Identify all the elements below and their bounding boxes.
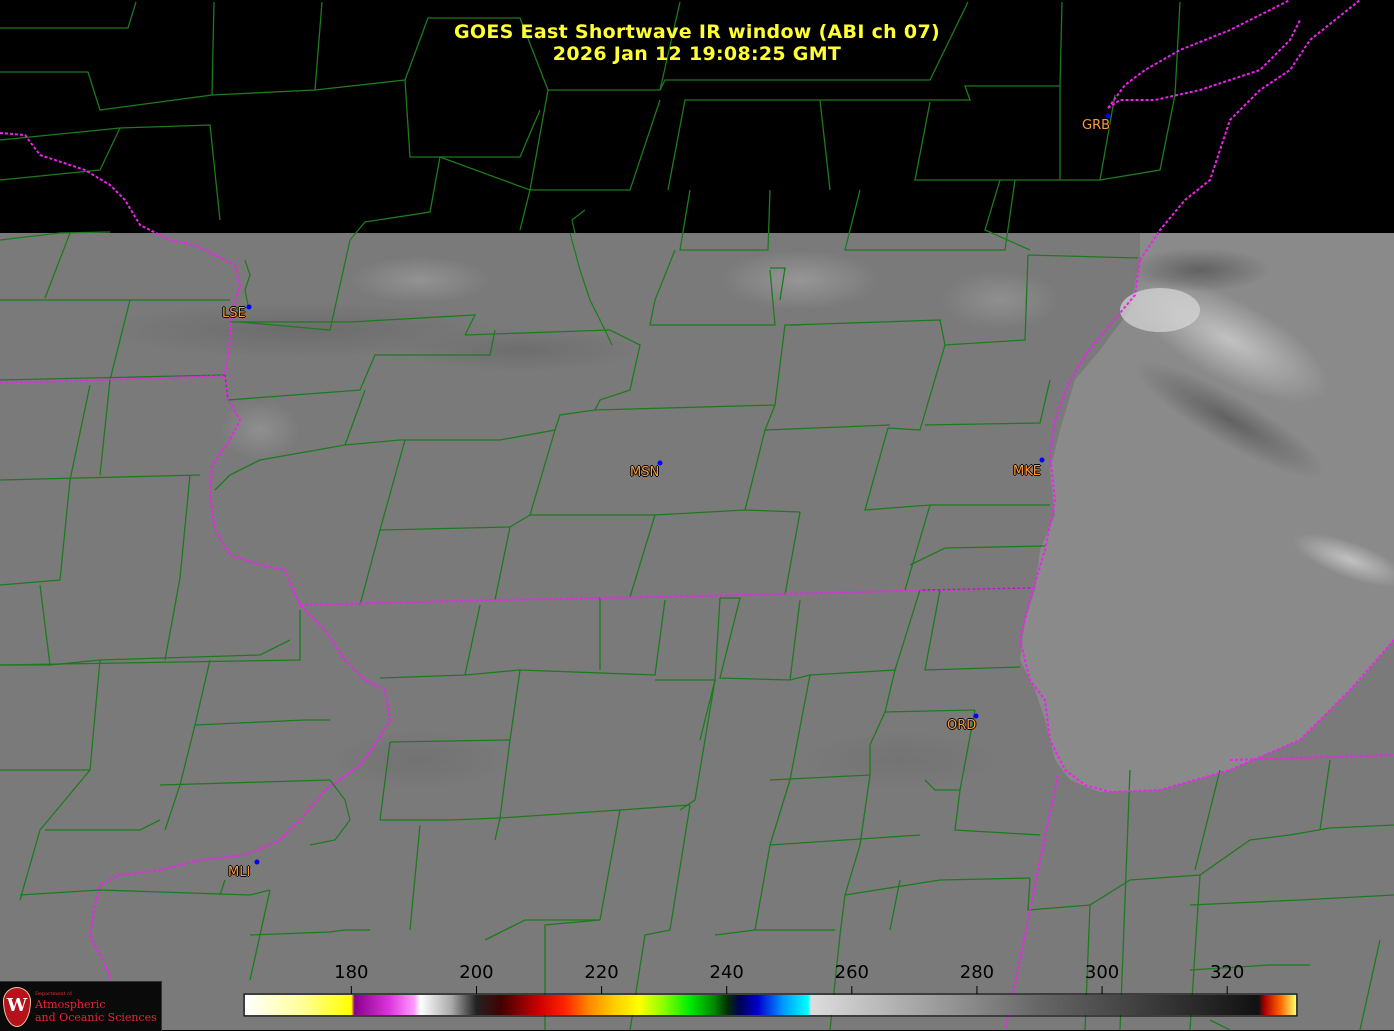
colorbar-tick-label: 220 [584, 962, 619, 983]
colorbar-tick-label: 260 [834, 962, 869, 983]
colorbar-tick-label: 180 [334, 962, 369, 983]
logo-line-2: and Oceanic Sciences [35, 1011, 157, 1024]
map-title: GOES East Shortwave IR window (ABI ch 07… [454, 21, 940, 43]
light-patch [940, 270, 1060, 330]
light-patch [350, 256, 490, 304]
dark-band [330, 730, 510, 790]
station-label-ord: ORD [947, 718, 977, 733]
colorbar-tick-label: 300 [1084, 962, 1120, 983]
station-dot-mli [254, 859, 260, 865]
aos-logo: W Department of Atmospheric and Oceanic … [0, 981, 162, 1031]
station-label-grb: GRB [1082, 118, 1111, 133]
logo-department-text: Department of [35, 991, 72, 997]
station-label-msn: MSN [630, 465, 660, 480]
station-dot-mke [1039, 457, 1045, 463]
dark-band [1130, 248, 1270, 292]
colorbar-tick-label: 320 [1209, 962, 1245, 983]
map-timestamp: 2026 Jan 12 19:08:25 GMT [552, 43, 842, 65]
cloud-band [1120, 288, 1200, 332]
station-label-mli: MLI [228, 865, 251, 880]
crest-icon: W [3, 987, 31, 1027]
satellite-map [0, 0, 1394, 1030]
colorbar-tick-label: 280 [959, 962, 995, 983]
dark-band [400, 328, 640, 372]
logo-line-1: Atmospheric [35, 998, 106, 1011]
station-label-mke: MKE [1013, 464, 1041, 479]
light-patch [720, 250, 880, 310]
colorbar-tick-label: 200 [459, 962, 494, 983]
station-label-lse: LSE [222, 306, 246, 321]
station-dot-lse [246, 304, 252, 310]
colorbar-tick-label: 240 [709, 962, 744, 983]
colorbar-gradient [245, 995, 1296, 1015]
light-patch [220, 400, 300, 460]
